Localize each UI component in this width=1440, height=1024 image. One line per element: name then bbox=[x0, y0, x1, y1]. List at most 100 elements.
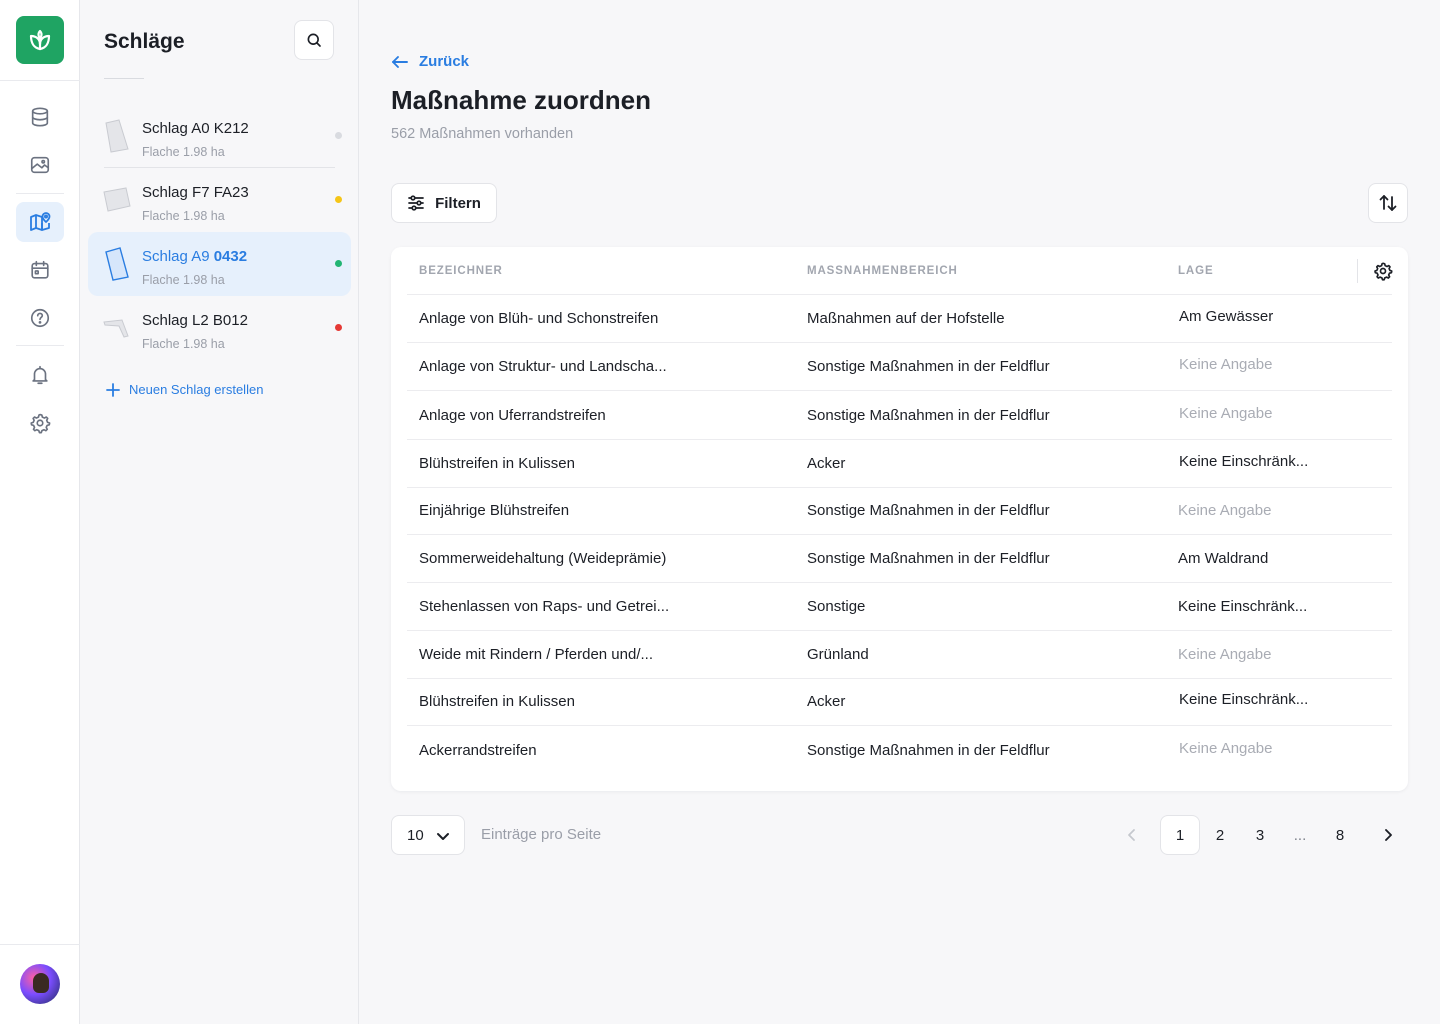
next-page-button[interactable] bbox=[1368, 815, 1408, 855]
rail-images-button[interactable] bbox=[16, 145, 64, 185]
cell-location: Am Gewässer bbox=[1179, 308, 1274, 325]
field-shape-icon bbox=[103, 187, 131, 212]
page-button-8[interactable]: 8 bbox=[1320, 815, 1360, 855]
cell-name: Blühstreifen in Kulissen bbox=[419, 693, 575, 710]
cell-location: Keine Angabe bbox=[1179, 740, 1273, 757]
rail-database-button[interactable] bbox=[16, 97, 64, 137]
cell-name: Ackerrandstreifen bbox=[419, 742, 537, 759]
cell-location: Keine Angabe bbox=[1179, 356, 1273, 373]
cell-location: Keine Angabe bbox=[1178, 646, 1272, 663]
rail-map-button[interactable] bbox=[16, 202, 64, 242]
table-row[interactable]: Anlage von Uferrandstreifen Sonstige Maß… bbox=[391, 392, 1408, 440]
rail-divider bbox=[16, 193, 64, 194]
cell-area: Sonstige Maßnahmen in der Feldflur bbox=[807, 358, 1050, 375]
image-icon bbox=[30, 156, 50, 174]
page-subtitle: 562 Maßnahmen vorhanden bbox=[391, 126, 574, 142]
settings-icon bbox=[30, 413, 51, 434]
field-area: Flache 1.98 ha bbox=[142, 145, 225, 159]
sort-button[interactable] bbox=[1368, 183, 1408, 223]
column-header-lage[interactable]: LAGE bbox=[1178, 265, 1214, 277]
search-button[interactable] bbox=[294, 20, 334, 60]
sliders-icon bbox=[408, 195, 424, 211]
field-item[interactable]: Schlag L2 B012 Flache 1.98 ha bbox=[88, 296, 351, 360]
cell-name: Anlage von Uferrandstreifen bbox=[419, 407, 606, 424]
table-row[interactable]: Weide mit Rindern / Pferden und/... Grün… bbox=[391, 631, 1408, 679]
column-header-massnahmenbereich[interactable]: MASSNAHMENBEREICH bbox=[807, 265, 958, 277]
table-row[interactable]: Sommerweidehaltung (Weideprämie) Sonstig… bbox=[391, 535, 1408, 583]
column-settings-icon[interactable] bbox=[1373, 261, 1393, 281]
panel-title-underline bbox=[104, 78, 144, 79]
cell-area: Sonstige Maßnahmen in der Feldflur bbox=[807, 550, 1050, 567]
plus-icon bbox=[106, 382, 120, 397]
field-name: Schlag A9 0432 bbox=[142, 248, 248, 265]
field-area: Flache 1.98 ha bbox=[142, 209, 225, 223]
new-field-button[interactable]: Neuen Schlag erstellen bbox=[106, 382, 263, 397]
per-page-label: Einträge pro Seite bbox=[481, 826, 602, 843]
cell-area: Sonstige Maßnahmen in der Feldflur bbox=[807, 407, 1050, 424]
filter-button[interactable]: Filtern bbox=[391, 183, 497, 223]
table-row[interactable]: Einjährige Blühstreifen Sonstige Maßnahm… bbox=[391, 487, 1408, 535]
field-item[interactable]: Schlag F7 FA23 Flache 1.98 ha bbox=[88, 168, 351, 232]
cell-location: Keine Angabe bbox=[1178, 502, 1272, 519]
field-shape-icon bbox=[105, 119, 129, 153]
cell-location: Keine Angabe bbox=[1179, 405, 1273, 422]
field-area: Flache 1.98 ha bbox=[142, 273, 225, 287]
leaf-logo-icon[interactable] bbox=[16, 16, 64, 64]
cell-area: Acker bbox=[807, 693, 846, 710]
database-icon bbox=[31, 107, 49, 127]
table-row[interactable]: Stehenlassen von Raps- und Getrei... Son… bbox=[391, 583, 1408, 631]
table-row[interactable]: Blühstreifen in Kulissen Acker Keine Ein… bbox=[391, 440, 1408, 488]
status-dot bbox=[335, 132, 342, 139]
map-pin-icon bbox=[30, 212, 51, 231]
rail-help-button[interactable] bbox=[16, 298, 64, 338]
field-shape-icon bbox=[103, 319, 129, 338]
page-button-3[interactable]: 3 bbox=[1240, 815, 1280, 855]
cell-location: Keine Einschränk... bbox=[1179, 453, 1309, 470]
chevron-left-icon bbox=[1128, 829, 1135, 841]
rail-divider bbox=[0, 944, 80, 945]
rail-calendar-button[interactable] bbox=[16, 250, 64, 290]
cell-area: Acker bbox=[807, 455, 846, 472]
field-item[interactable]: Schlag A0 K212 Flache 1.98 ha bbox=[88, 104, 351, 168]
status-dot bbox=[335, 196, 342, 203]
table-row[interactable]: Ackerrandstreifen Sonstige Maßnahmen in … bbox=[391, 727, 1408, 775]
bell-icon bbox=[32, 365, 48, 385]
status-dot bbox=[335, 324, 342, 331]
cell-name: Stehenlassen von Raps- und Getrei... bbox=[419, 598, 670, 615]
cell-name: Weide mit Rindern / Pferden und/... bbox=[419, 646, 654, 663]
rail-divider bbox=[0, 80, 80, 81]
per-page-select[interactable]: 10 bbox=[391, 815, 465, 855]
table-row[interactable]: Anlage von Blüh- und Schonstreifen Maßna… bbox=[391, 295, 1408, 343]
table-row[interactable]: Blühstreifen in Kulissen Acker Keine Ein… bbox=[391, 678, 1408, 726]
page-title: Maßnahme zuordnen bbox=[391, 85, 652, 115]
measures-table: BEZEICHNER MASSNAHMENBEREICH LAGE Anlage… bbox=[391, 247, 1408, 791]
back-label: Zurück bbox=[419, 53, 470, 70]
table-row[interactable]: Anlage von Struktur- und Landscha... Son… bbox=[391, 343, 1408, 391]
field-area: Flache 1.98 ha bbox=[142, 337, 225, 351]
cell-area: Sonstige Maßnahmen in der Feldflur bbox=[807, 742, 1050, 759]
page-button-1[interactable]: 1 bbox=[1160, 815, 1200, 855]
icon-rail bbox=[0, 0, 80, 1024]
arrow-left-icon bbox=[392, 55, 408, 68]
panel-title: Schläge bbox=[104, 30, 185, 53]
new-field-label: Neuen Schlag erstellen bbox=[129, 382, 264, 397]
cell-name: Anlage von Struktur- und Landscha... bbox=[419, 358, 667, 375]
back-link[interactable]: Zurück bbox=[391, 53, 469, 70]
column-header-bezeichner[interactable]: BEZEICHNER bbox=[419, 265, 503, 277]
cell-area: Sonstige Maßnahmen in der Feldflur bbox=[807, 502, 1050, 519]
page-button-2[interactable]: 2 bbox=[1200, 815, 1240, 855]
field-item[interactable]: Schlag A9 0432 Flache 1.98 ha bbox=[88, 232, 351, 296]
search-icon bbox=[307, 33, 321, 47]
chevron-right-icon bbox=[1385, 829, 1392, 841]
avatar[interactable] bbox=[20, 964, 60, 1004]
rail-notifications-button[interactable] bbox=[16, 355, 64, 395]
help-icon bbox=[30, 308, 50, 328]
cell-location: Keine Einschränk... bbox=[1178, 598, 1308, 615]
per-page-value: 10 bbox=[407, 827, 424, 844]
status-dot bbox=[335, 260, 342, 267]
rail-settings-button[interactable] bbox=[16, 403, 64, 443]
cell-area: Maßnahmen auf der Hofstelle bbox=[807, 310, 1005, 327]
cell-name: Blühstreifen in Kulissen bbox=[419, 455, 575, 472]
fields-panel: Schläge Schlag A0 K212 Flache 1.98 ha Sc… bbox=[80, 0, 359, 1024]
prev-page-button[interactable] bbox=[1112, 815, 1152, 855]
